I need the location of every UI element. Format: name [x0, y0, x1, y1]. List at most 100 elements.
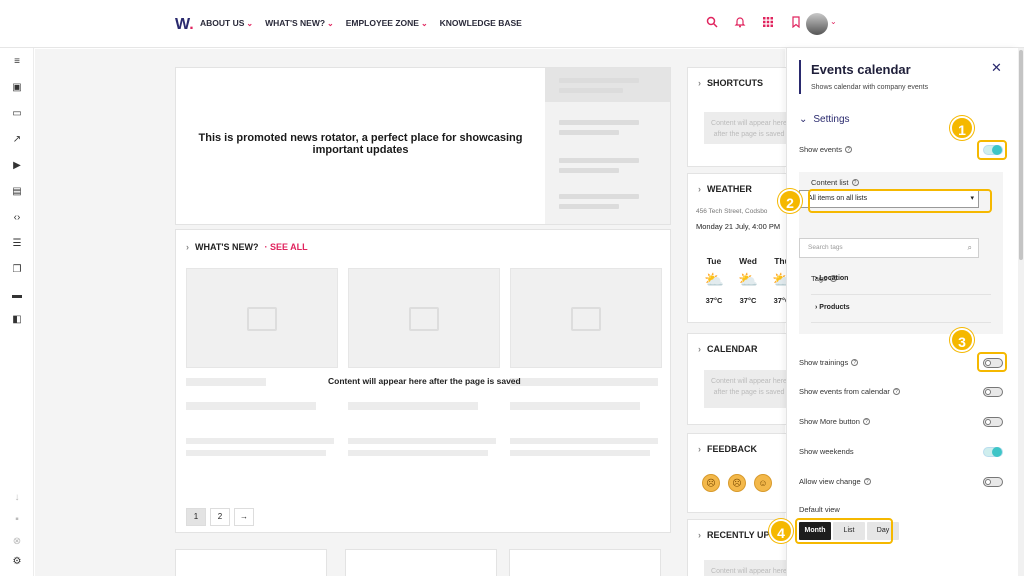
left-toolbar: ≡ ▣ ▭ ↗ ▶ ▤ ‹› ☰ ❐ ▬ ◧ ↓ ▪ ⊗ ⚙: [0, 48, 34, 576]
download-icon[interactable]: ↓: [11, 492, 23, 504]
callout-badge: 2: [778, 189, 802, 213]
menu-lines-icon[interactable]: ≡: [11, 56, 23, 68]
list-icon[interactable]: ☰: [11, 238, 23, 250]
gear-icon[interactable]: ⚙: [11, 556, 23, 568]
chevron-down-icon: ⌄: [246, 18, 254, 28]
products-expander[interactable]: › Products: [815, 304, 850, 311]
menu-knowledge-base[interactable]: KNOWLEDGE BASE: [440, 18, 522, 28]
company-logo[interactable]: W.: [175, 16, 194, 34]
next-page-button[interactable]: →: [234, 508, 254, 526]
placeholder-tile: [345, 549, 497, 576]
card-icon[interactable]: ▬: [11, 290, 23, 302]
show-events-label: Show events?: [799, 145, 852, 154]
chevron-down-icon: ⌄: [420, 18, 428, 28]
office-icon[interactable]: ◧: [11, 314, 23, 326]
panel-title: Events calendar: [811, 62, 911, 77]
help-icon[interactable]: ?: [851, 179, 859, 186]
feedback-widget: › FEEDBACK ☹ ☹ ☺: [687, 433, 797, 513]
help-icon[interactable]: ?: [863, 478, 871, 485]
widget-title: WEATHER: [707, 184, 752, 194]
show-events-calendar-label: Show events from calendar?: [799, 387, 900, 396]
calendar-widget: › CALENDAR Content will appear here after…: [687, 333, 797, 425]
content-placeholder: Content will appear here after the page …: [704, 370, 794, 408]
whats-new-section: › WHAT'S NEW? · SEE ALL Content will app…: [175, 229, 671, 533]
location-expander[interactable]: › Location: [815, 275, 848, 282]
external-link-icon[interactable]: ↗: [11, 134, 23, 146]
show-weekends-label: Show weekends: [799, 447, 854, 456]
video-icon[interactable]: ▶: [11, 160, 23, 172]
callout-highlight: [977, 140, 1007, 160]
widget-title: FEEDBACK: [707, 444, 758, 454]
help-icon[interactable]: ?: [862, 418, 870, 425]
settings-section-toggle[interactable]: ⌄ Settings: [799, 114, 850, 125]
help-icon[interactable]: ?: [892, 388, 900, 395]
widget-title: RECENTLY UP: [707, 530, 770, 540]
news-tile[interactable]: [348, 268, 500, 368]
settings-panel: Events calendar Shows calendar with comp…: [786, 48, 1018, 576]
allow-view-change-toggle[interactable]: [983, 477, 1003, 487]
chevron-down-icon: ⌄: [799, 114, 808, 125]
image-placeholder-icon: [247, 307, 277, 331]
search-icon: ⌕: [967, 243, 972, 252]
content-placeholder: Content will appear here after the page …: [704, 112, 794, 144]
menu-whats-new[interactable]: WHAT'S NEW? ⌄: [265, 18, 334, 28]
top-icons: [705, 16, 803, 30]
chevron-down-icon[interactable]: ⌄: [830, 17, 837, 26]
pagination: 1 2 →: [186, 508, 254, 526]
news-tile[interactable]: [510, 268, 662, 368]
news-rotator[interactable]: This is promoted news rotator, a perfect…: [175, 67, 671, 225]
neutral-face-icon[interactable]: ☺: [754, 474, 772, 492]
content-list-label: Content list?: [811, 178, 859, 187]
weather-day: Tue: [706, 256, 722, 266]
show-more-toggle[interactable]: [983, 417, 1003, 427]
page-2-button[interactable]: 2: [210, 508, 230, 526]
bookmark-icon[interactable]: [789, 16, 803, 30]
show-events-calendar-toggle[interactable]: [983, 387, 1003, 397]
widget-title: CALENDAR: [707, 344, 758, 354]
shortcuts-widget: › SHORTCUTS Content will appear here afte…: [687, 67, 797, 167]
image-placeholder-icon: [571, 307, 601, 331]
help-icon[interactable]: ?: [851, 359, 859, 366]
widget-title: SHORTCUTS: [707, 78, 763, 88]
panel-scrollbar[interactable]: [1018, 48, 1024, 576]
placeholder-tile: [509, 549, 661, 576]
code-icon[interactable]: ‹›: [11, 212, 23, 224]
section-title: WHAT'S NEW?: [195, 242, 259, 252]
weather-address: 456 Tech Street, Codsbo: [696, 208, 768, 215]
folder-icon[interactable]: ▭: [11, 108, 23, 120]
save-icon[interactable]: ▪: [11, 514, 23, 526]
panel-accent-bar: [799, 60, 801, 94]
tags-search-input[interactable]: Search tags ⌕: [799, 238, 979, 258]
document-icon[interactable]: ▤: [11, 186, 23, 198]
apps-grid-icon[interactable]: [761, 16, 775, 30]
bell-icon[interactable]: [733, 16, 747, 30]
callout-badge: 4: [769, 519, 793, 543]
frown-face-icon[interactable]: ☹: [728, 474, 746, 492]
close-icon[interactable]: ✕: [991, 60, 1002, 76]
scrollbar-thumb[interactable]: [1019, 50, 1023, 260]
close-circle-icon[interactable]: ⊗: [11, 536, 23, 548]
chevron-right-icon: ›: [186, 242, 189, 252]
allow-view-change-label: Allow view change?: [799, 477, 871, 486]
image-icon[interactable]: ▣: [11, 82, 23, 94]
menu-about-us[interactable]: ABOUT US ⌄: [200, 18, 253, 28]
show-weekends-toggle[interactable]: [983, 447, 1003, 457]
news-tile[interactable]: [186, 268, 338, 368]
see-all-link[interactable]: · SEE ALL: [264, 242, 307, 252]
callout-highlight: [808, 189, 992, 213]
search-icon[interactable]: [705, 16, 719, 30]
rotator-message: This is promoted news rotator, a perfect…: [198, 132, 523, 156]
top-navigation: W. ABOUT US ⌄ WHAT'S NEW? ⌄ EMPLOYEE ZONE ⌄…: [0, 0, 1024, 48]
default-view-label: Default view: [799, 505, 840, 514]
callout-badge: 3: [950, 328, 974, 352]
content-placeholder: Content will appear here: [704, 560, 794, 576]
copy-icon[interactable]: ❐: [11, 264, 23, 276]
sad-face-icon[interactable]: ☹: [702, 474, 720, 492]
user-avatar[interactable]: [806, 13, 828, 35]
show-more-label: Show More button?: [799, 417, 870, 426]
callout-highlight: [795, 518, 893, 544]
callout-highlight: [977, 352, 1007, 372]
page-1-button[interactable]: 1: [186, 508, 206, 526]
menu-employee-zone[interactable]: EMPLOYEE ZONE ⌄: [346, 18, 428, 28]
help-icon[interactable]: ?: [844, 146, 852, 153]
